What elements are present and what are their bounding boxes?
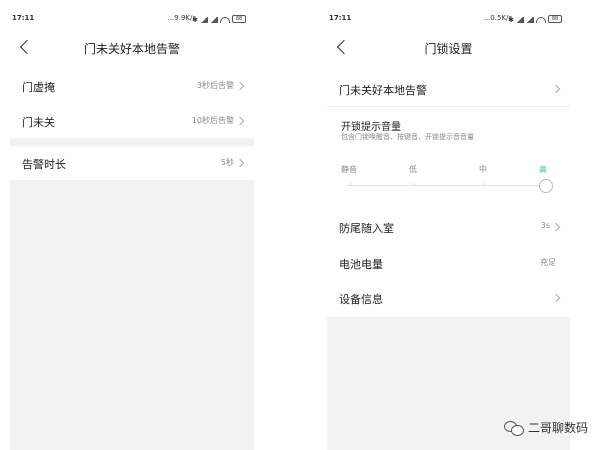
slider-tick bbox=[483, 183, 484, 186]
status-bar: 17:11 ...0.5K/s ✱ 88 bbox=[327, 14, 570, 28]
row-anti-tailgating[interactable]: 防尾随入室 3s bbox=[327, 210, 570, 244]
row-label: 门虚掩 bbox=[22, 81, 55, 94]
row-door-open[interactable]: 门未关 10秒后告警 bbox=[10, 104, 254, 138]
signal-icon bbox=[200, 17, 208, 23]
chevron-right-icon bbox=[235, 116, 245, 126]
row-value: 5秒 bbox=[220, 158, 234, 167]
row-label: 告警时长 bbox=[22, 158, 66, 171]
row-value: 10秒后告警 bbox=[191, 116, 234, 125]
row-door-ajar[interactable]: 门虚掩 3秒后告警 bbox=[10, 69, 254, 103]
wifi-icon bbox=[220, 17, 230, 23]
slider-tick bbox=[413, 183, 414, 186]
row-label: 门未关好本地告警 bbox=[339, 84, 427, 97]
chevron-right-icon bbox=[551, 84, 561, 94]
row-device-info[interactable]: 设备信息 bbox=[327, 281, 570, 315]
row-label: 门未关 bbox=[22, 116, 55, 129]
right-screen: 17:11 ...0.5K/s ✱ 88 门锁设置 门未关好本地告警 开锁提示音… bbox=[327, 0, 570, 450]
signal-icon bbox=[516, 17, 524, 23]
watermark-text: 二哥聊数码 bbox=[527, 421, 588, 435]
wifi-icon bbox=[536, 17, 546, 23]
watermark: 二哥聊数码 bbox=[503, 419, 588, 436]
empty-area bbox=[10, 180, 254, 450]
row-label: 设备信息 bbox=[339, 293, 383, 306]
row-value: 充足 bbox=[540, 258, 556, 267]
volume-description: 包含门锁唤醒音、按键音、开锁提示音音量 bbox=[341, 133, 474, 141]
bluetooth-icon: ✱ bbox=[508, 16, 514, 24]
status-bar: 17:11 ...9.9K/s ✱ 88 bbox=[10, 14, 254, 28]
level-mute[interactable]: 静音 bbox=[341, 164, 357, 175]
status-time: 17:11 bbox=[329, 14, 352, 22]
page-title: 门锁设置 bbox=[424, 42, 473, 56]
row-battery-level: 电池电量 充足 bbox=[327, 246, 570, 280]
wechat-icon bbox=[503, 420, 524, 436]
divider bbox=[327, 106, 570, 107]
status-time: 17:11 bbox=[12, 14, 35, 22]
chevron-right-icon bbox=[551, 293, 561, 303]
volume-levels: 静音 低 中 高 bbox=[341, 164, 556, 176]
left-screen: 17:11 ...9.9K/s ✱ 88 门未关好本地告警 门虚掩 3秒后告警 … bbox=[10, 0, 254, 450]
signal-icon-2 bbox=[526, 17, 534, 23]
battery-icon: 88 bbox=[548, 15, 562, 23]
nav-bar: 门未关好本地告警 bbox=[10, 36, 254, 64]
chevron-right-icon bbox=[551, 222, 561, 232]
level-mid[interactable]: 中 bbox=[479, 164, 487, 175]
row-value: 3秒后告警 bbox=[196, 81, 234, 90]
page-title: 门未关好本地告警 bbox=[83, 42, 180, 56]
chevron-right-icon bbox=[235, 158, 245, 168]
section-gap bbox=[10, 138, 254, 146]
row-label: 防尾随入室 bbox=[339, 222, 394, 235]
row-label: 电池电量 bbox=[339, 258, 383, 271]
row-door-alarm[interactable]: 门未关好本地告警 bbox=[327, 72, 570, 106]
volume-slider-track[interactable] bbox=[347, 185, 553, 186]
volume-slider-thumb[interactable] bbox=[539, 179, 553, 193]
level-high[interactable]: 高 bbox=[539, 164, 547, 175]
row-value: 3s bbox=[540, 221, 550, 230]
nav-bar: 门锁设置 bbox=[327, 36, 570, 64]
row-alarm-duration[interactable]: 告警时长 5秒 bbox=[10, 146, 254, 180]
chevron-right-icon bbox=[235, 81, 245, 91]
signal-icon-2 bbox=[210, 17, 218, 23]
volume-title: 开锁提示音量 bbox=[341, 122, 401, 133]
bluetooth-icon: ✱ bbox=[192, 16, 198, 24]
level-low[interactable]: 低 bbox=[409, 164, 417, 175]
slider-tick bbox=[351, 183, 352, 186]
battery-icon: 88 bbox=[232, 15, 246, 23]
